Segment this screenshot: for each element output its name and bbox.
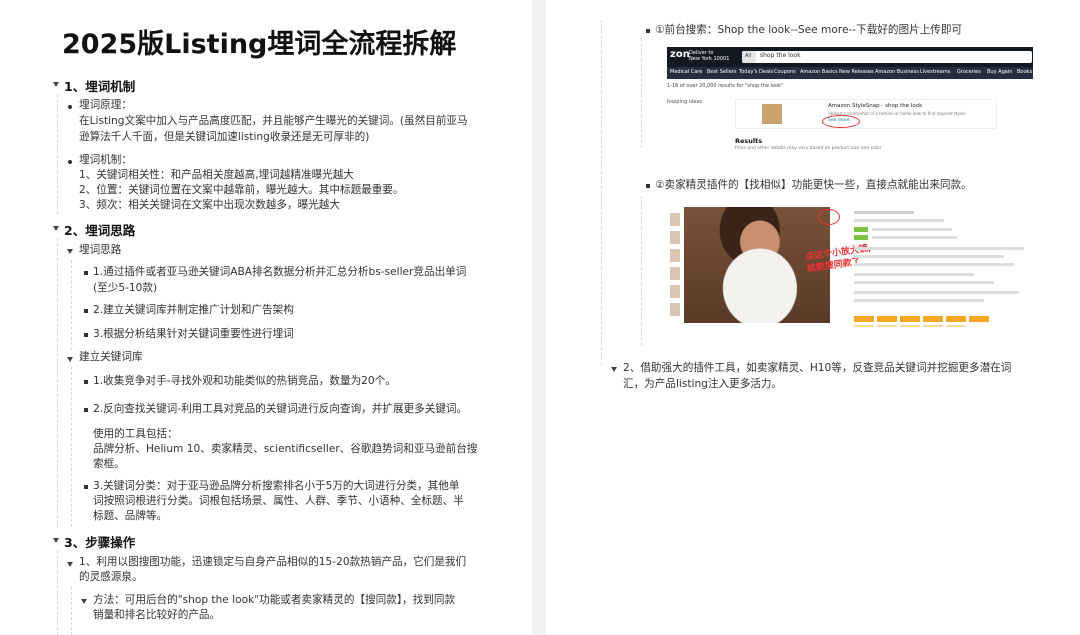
amazon-search-box: All shop the look xyxy=(742,51,1032,63)
stylesnap-title: Amazon StyleSnap - shop the look xyxy=(828,103,923,109)
indent-guide xyxy=(71,367,72,527)
indent-guide xyxy=(641,38,642,148)
principle-line-2: 逊算法千人千面，但是关键词加速listing收录还是无可厚非的) xyxy=(79,131,370,143)
stylesnap-card: Amazon StyleSnap - shop the look Upload … xyxy=(735,99,997,129)
idea-item-1-line-2: (至少5-10款) xyxy=(93,282,158,294)
nav-item: Medical Care xyxy=(670,69,703,75)
document-page-right: ①前台搜索：Shop the look--See more--下载好的图片上传即… xyxy=(546,0,1080,635)
right-item-1: ①前台搜索：Shop the look--See more--下载好的图片上传即… xyxy=(655,24,963,36)
seller-sprite-screenshot: 点这个小放大镜, 就能搜同款了 xyxy=(668,203,1040,327)
collapse-triangle-icon[interactable] xyxy=(67,562,73,567)
bullet-icon xyxy=(84,333,88,337)
section-heading-3: 3、步骤操作 xyxy=(64,535,136,550)
nav-item: Livestreams xyxy=(920,69,951,75)
collapse-triangle-icon[interactable] xyxy=(53,538,59,543)
stylesnap-thumbnail xyxy=(762,104,782,124)
thumbnail-strip xyxy=(670,213,680,321)
nav-item: Buy Again xyxy=(987,69,1013,75)
step-1-line-2: 的灵感源泉。 xyxy=(79,571,143,583)
nav-item: New Releases xyxy=(839,69,874,75)
document-page-left: 2025版Listing埋词全流程拆解 1、埋词机制 埋词原理： 在Listin… xyxy=(0,0,532,635)
bullet-icon xyxy=(68,105,72,109)
indent-guide xyxy=(641,196,642,346)
indent-guide xyxy=(71,260,72,350)
nav-item: Amazon Business xyxy=(875,69,919,75)
bullet-icon xyxy=(84,309,88,313)
idea-item-1-line-1: 1.通过插件或者亚马逊关键词ABA排名数据分析并汇总分析bs-seller竞品出… xyxy=(93,266,467,278)
bullet-icon xyxy=(84,408,88,412)
right-item-3-line-1: 2、借助强大的插件工具，如卖家精灵、H10等，反查竞品关键词并挖掘更多潜在词 xyxy=(623,362,1012,374)
indent-guide xyxy=(601,20,602,365)
mechanism-item-3: 3、频次：相关关键词在文案中出现次数越多，曝光越大 xyxy=(79,199,340,211)
idea-item-2: 2.建立关键词库并制定推广计划和广告架构 xyxy=(93,304,294,316)
nav-item: Groceries xyxy=(957,69,981,75)
collapse-triangle-icon[interactable] xyxy=(53,82,59,87)
bullet-icon xyxy=(646,29,650,33)
results-count: 1-16 of over 20,000 results for "shop th… xyxy=(667,83,784,89)
collapse-triangle-icon[interactable] xyxy=(53,226,59,231)
collapse-triangle-icon[interactable] xyxy=(67,249,73,254)
library-item-2: 2.反向查找关键词-利用工具对竞品的关键词进行反向查询，并扩展更多关键词。 xyxy=(93,403,468,415)
bullet-icon xyxy=(646,184,650,188)
collapse-triangle-icon[interactable] xyxy=(81,599,87,604)
indent-guide xyxy=(57,94,58,214)
page-gap xyxy=(532,0,546,635)
idea-item-3: 3.根据分析结果针对关键词重要性进行埋词 xyxy=(93,328,294,340)
tools-line-2: 索框。 xyxy=(93,458,125,470)
collapse-triangle-icon[interactable] xyxy=(611,367,617,372)
section-heading-1: 1、埋词机制 xyxy=(64,79,136,94)
bullet-icon xyxy=(84,380,88,384)
product-info-panel xyxy=(854,205,1034,327)
bullet-icon xyxy=(68,160,72,164)
indent-guide xyxy=(71,587,72,635)
nav-item: Today's Deals xyxy=(739,69,774,75)
amazon-logo: zon xyxy=(670,49,690,60)
library-item-1: 1.收集竞争对手-寻找外观和功能类似的热销竞品，数量为20个。 xyxy=(93,375,396,387)
nav-item: Books xyxy=(1017,69,1033,75)
search-query: shop the look xyxy=(760,52,801,59)
principle-line-1: 在Listing文案中加入与产品高度匹配，并且能够产生曝光的关键词。(虽然目前亚… xyxy=(79,115,468,127)
bullet-icon xyxy=(84,485,88,489)
method-line-2: 销量和排名比较好的产品。 xyxy=(93,609,221,621)
subheading-ideas: 埋词思路 xyxy=(79,244,122,256)
indent-guide xyxy=(57,550,58,635)
nav-item: Amazon Basics xyxy=(800,69,838,75)
amazon-nav-bar: Medical Care Best Sellers Today's Deals … xyxy=(667,67,1033,79)
section-heading-2: 2、埋词思路 xyxy=(64,223,136,238)
document-title: 2025版Listing埋词全流程拆解 xyxy=(62,29,457,60)
principle-label: 埋词原理： xyxy=(79,99,132,111)
right-item-3-line-2: 汇，为产品listing注入更多活力。 xyxy=(623,378,783,390)
results-subtext: Price and other details may vary based o… xyxy=(735,146,882,151)
subheading-keyword-library: 建立关键词库 xyxy=(79,351,143,363)
search-category: All xyxy=(742,51,756,63)
magnifier-highlight xyxy=(818,209,840,225)
nav-item: Coupons xyxy=(774,69,796,75)
highlight-circle xyxy=(822,115,860,128)
tools-line-1: 品牌分析、Helium 10、卖家精灵、scientificseller、谷歌趋… xyxy=(93,443,478,455)
amazon-search-screenshot: zon Deliver to New York 10001 All shop th… xyxy=(667,47,1033,152)
library-item-3-line-3: 标题、品牌等。 xyxy=(93,510,168,522)
results-heading: Results xyxy=(735,137,763,145)
deliver-location: Deliver to New York 10001 xyxy=(689,50,730,62)
sidebar-label: hopping Ideas xyxy=(667,99,703,105)
collapse-triangle-icon[interactable] xyxy=(67,357,73,362)
indent-guide xyxy=(57,238,58,528)
nav-item: Best Sellers xyxy=(707,69,737,75)
bullet-icon xyxy=(84,271,88,275)
right-item-2: ②卖家精灵插件的【找相似】功能更快一些，直接点就能出来同款。 xyxy=(655,179,972,191)
amazon-header: zon Deliver to New York 10001 All shop th… xyxy=(667,47,1033,67)
